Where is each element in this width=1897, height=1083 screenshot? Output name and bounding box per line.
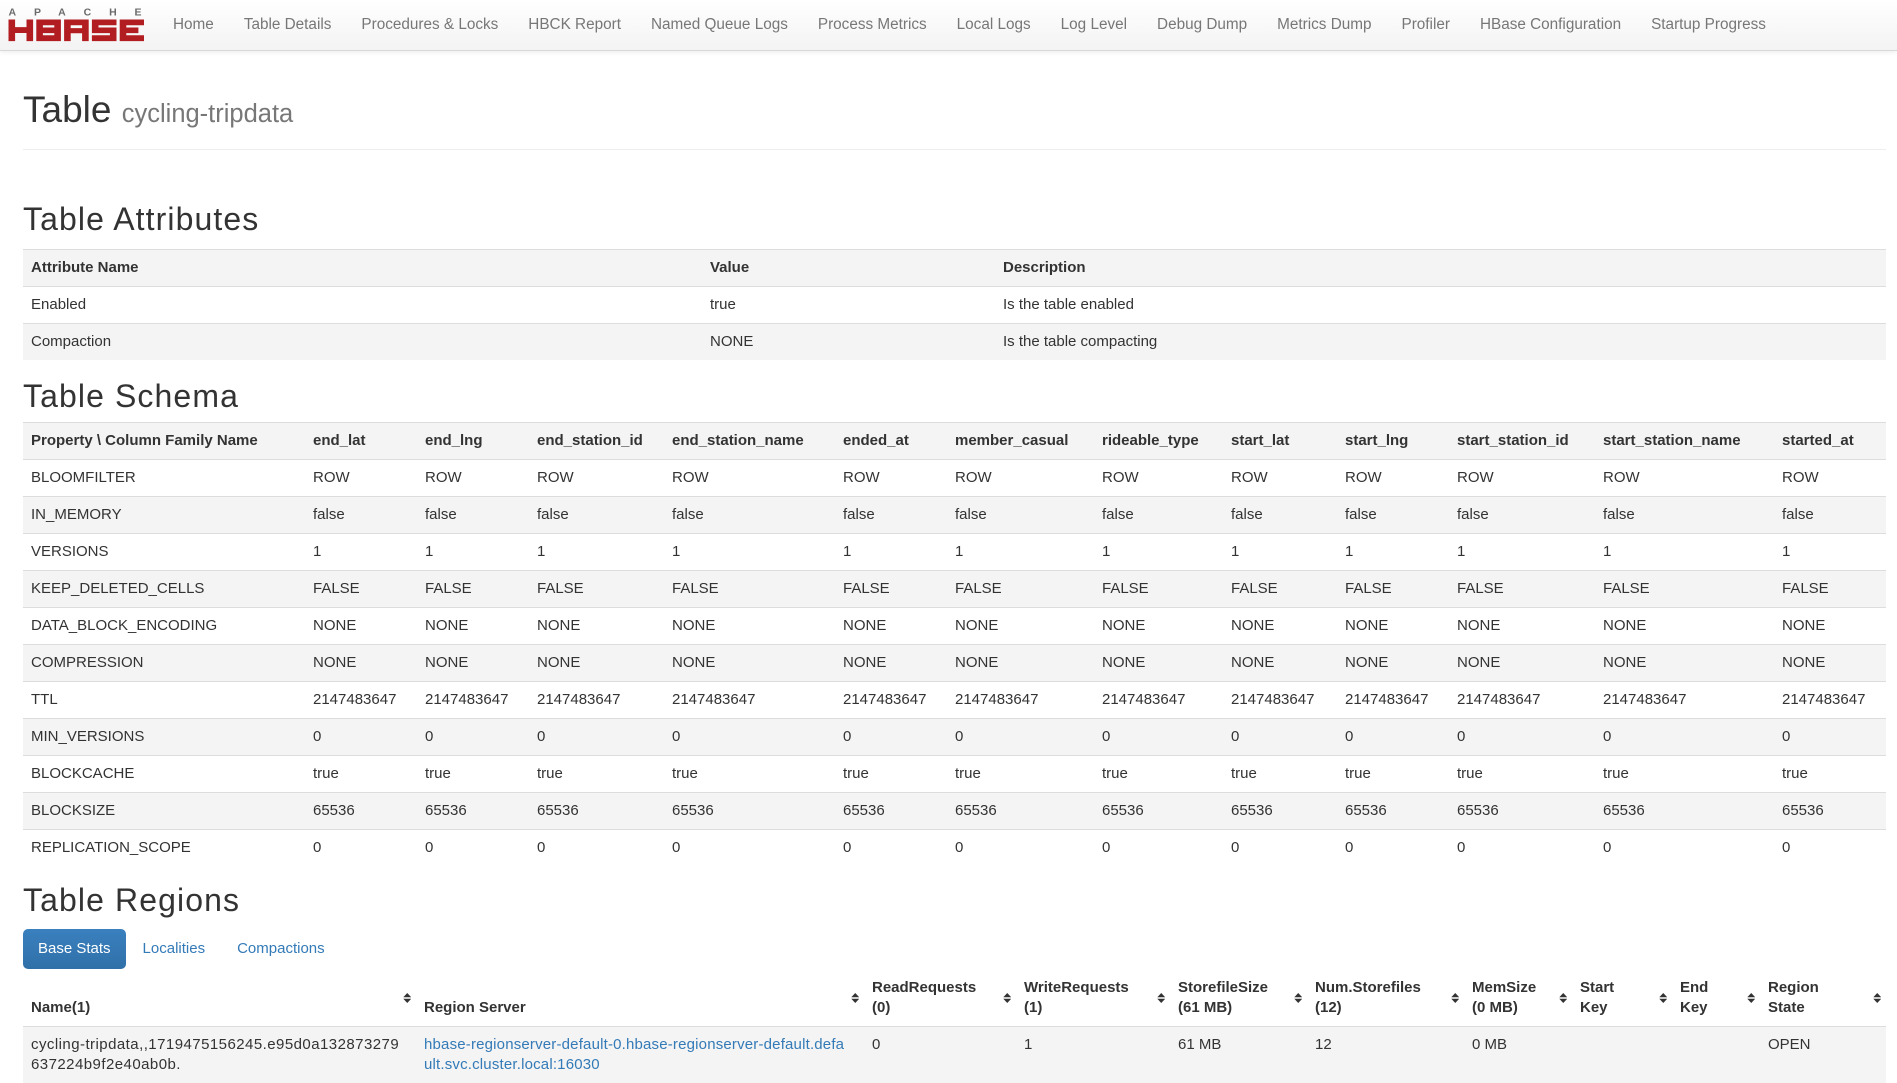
svg-text:APACHE: APACHE — [9, 7, 145, 19]
